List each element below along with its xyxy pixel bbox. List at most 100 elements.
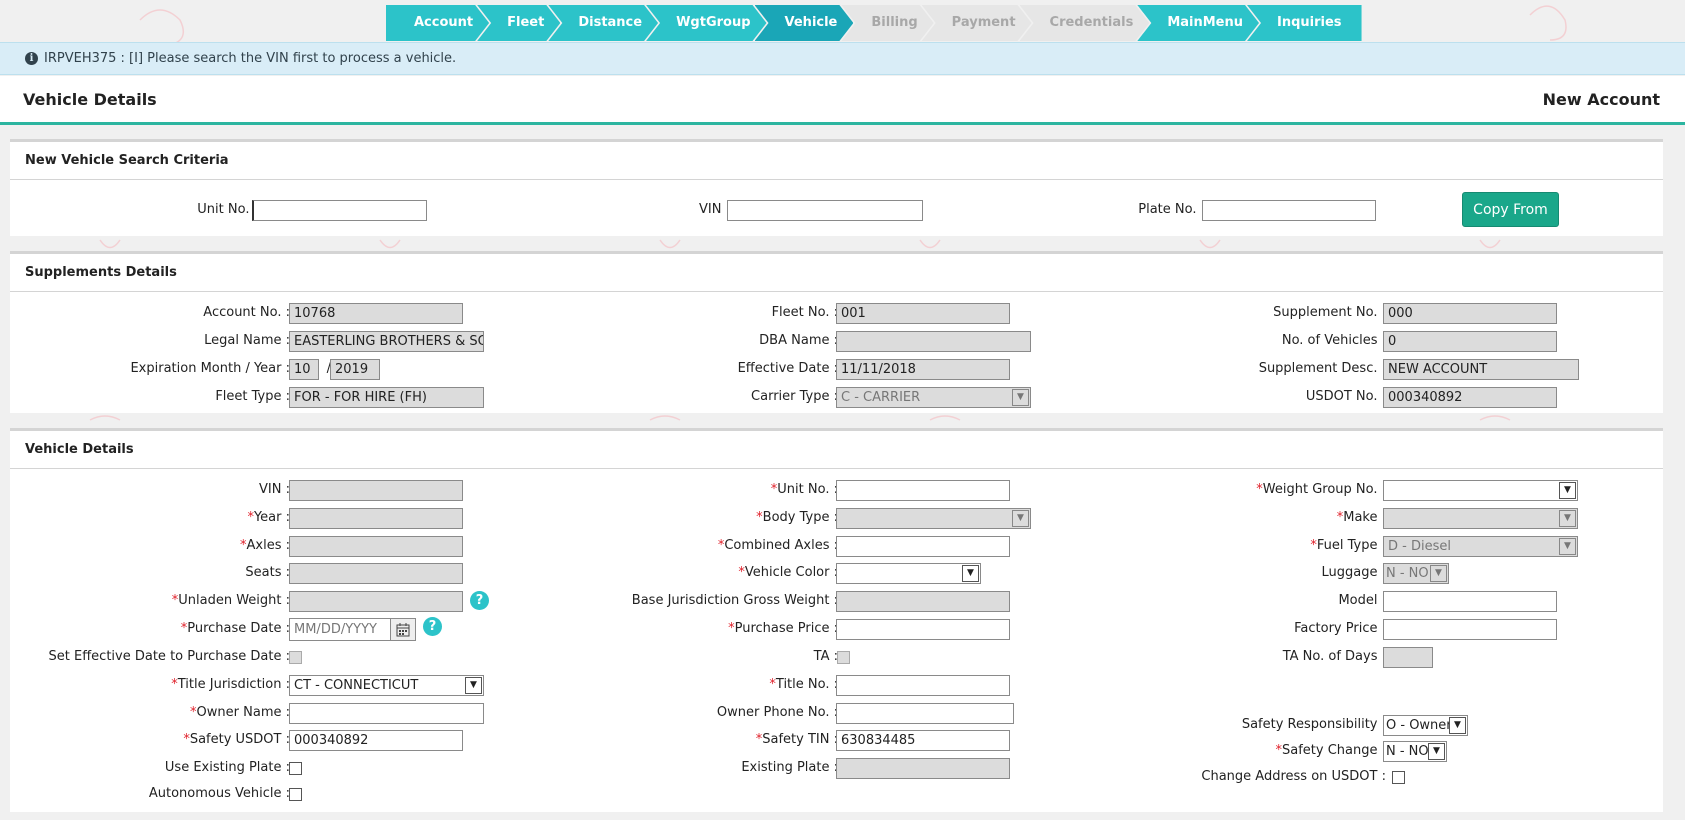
owner-phone-label: Owner Phone No. : bbox=[716, 705, 838, 720]
seats-label: Seats : bbox=[245, 565, 290, 580]
help-icon[interactable]: ? bbox=[423, 617, 442, 636]
use-existing-plate-checkbox[interactable] bbox=[289, 762, 302, 775]
safety-change-select[interactable]: N - NO ▼ bbox=[1383, 741, 1447, 762]
owner-phone-input[interactable] bbox=[836, 703, 1014, 724]
tab-vehicle[interactable]: Vehicle bbox=[755, 5, 854, 41]
fleet-type-label: Fleet Type : bbox=[215, 389, 290, 404]
info-message-bar: i IRPVEH375 : [I] Please search the VIN … bbox=[0, 42, 1685, 75]
vin-label: VIN : bbox=[70, 479, 290, 501]
unladen-weight-label: *Unladen Weight : bbox=[70, 590, 290, 612]
purchase-date-input[interactable]: MM/DD/YYYY bbox=[289, 618, 391, 641]
unit-no-label: *Unit No. : bbox=[590, 479, 838, 501]
make-select[interactable]: ▼ bbox=[1383, 508, 1578, 529]
tab-billing: Billing bbox=[841, 5, 933, 41]
existing-plate-field bbox=[836, 758, 1010, 779]
autonomous-vehicle-label: Autonomous Vehicle : bbox=[148, 786, 290, 801]
owner-name-input[interactable] bbox=[289, 703, 484, 724]
weight-group-label: *Weight Group No. : bbox=[1140, 479, 1386, 501]
model-label: Model : bbox=[1338, 593, 1386, 608]
combined-axles-input[interactable] bbox=[836, 536, 1010, 557]
base-gross-weight-field bbox=[836, 591, 1010, 612]
seats-field bbox=[289, 563, 463, 584]
axles-label: *Axles : bbox=[70, 535, 290, 557]
combined-axles-label-text: Combined Axles : bbox=[724, 538, 838, 553]
tab-credentials: Credentials bbox=[1020, 5, 1150, 41]
ta-checkbox[interactable] bbox=[837, 651, 850, 664]
vin-field bbox=[289, 480, 463, 501]
search-vin-input[interactable] bbox=[727, 200, 923, 221]
info-icon: i bbox=[25, 52, 38, 65]
calendar-button[interactable] bbox=[390, 618, 416, 641]
change-address-checkbox[interactable] bbox=[1392, 771, 1405, 784]
chevron-down-icon: ▼ bbox=[1559, 482, 1576, 499]
legal-name-label: Legal Name : bbox=[204, 333, 290, 348]
fleet-no-label: Fleet No. : bbox=[771, 305, 838, 320]
set-effective-date-label: Set Effective Date to Purchase Date : bbox=[48, 649, 290, 664]
title-no-input[interactable] bbox=[836, 675, 1010, 696]
make-label: *Make : bbox=[1140, 507, 1386, 529]
ta-label: TA : bbox=[813, 649, 838, 664]
title-no-label: *Title No. : bbox=[590, 674, 838, 696]
search-panel-title: New Vehicle Search Criteria bbox=[10, 142, 1663, 180]
tab-mainmenu[interactable]: MainMenu bbox=[1137, 5, 1259, 41]
tab-wgtgroup[interactable]: WgtGroup bbox=[646, 5, 766, 41]
tab-fleet[interactable]: Fleet bbox=[477, 5, 560, 41]
page-title: Vehicle Details bbox=[23, 89, 157, 109]
unit-no-label-text: Unit No. : bbox=[777, 482, 838, 497]
chevron-down-icon: ▼ bbox=[1559, 538, 1576, 555]
title-no-label-text: Title No. : bbox=[775, 677, 838, 692]
factory-price-label: Factory Price : bbox=[1294, 621, 1386, 636]
title-jurisdiction-select[interactable]: CT - CONNECTICUT ▼ bbox=[289, 675, 484, 696]
search-unit-label: Unit No. : bbox=[197, 202, 258, 217]
axles-field bbox=[289, 536, 463, 557]
fleet-no-field: 001 bbox=[836, 303, 1010, 324]
tab-distance[interactable]: Distance bbox=[548, 5, 658, 41]
usdot-no-label: USDOT No. : bbox=[1305, 389, 1386, 404]
purchase-date-label: *Purchase Date : bbox=[70, 618, 290, 640]
chevron-down-icon: ▼ bbox=[1430, 565, 1447, 582]
luggage-select[interactable]: N - NO ▼ bbox=[1383, 563, 1449, 584]
vehicle-count-label: No. of Vehicles : bbox=[1281, 333, 1386, 348]
supplements-panel: Supplements Details Account No. : 10768 … bbox=[10, 251, 1663, 413]
search-plate-input[interactable] bbox=[1202, 200, 1376, 221]
effective-date-field: 11/11/2018 bbox=[836, 359, 1010, 380]
change-address-label: Change Address on USDOT : bbox=[1201, 769, 1386, 784]
vehicle-color-select[interactable]: ▼ bbox=[836, 563, 981, 584]
body-type-select[interactable]: ▼ bbox=[836, 508, 1031, 529]
year-label-text: Year : bbox=[253, 510, 290, 525]
fleet-type-field: FOR - FOR HIRE (FH) bbox=[289, 387, 484, 408]
search-panel: New Vehicle Search Criteria Unit No. : V… bbox=[10, 139, 1663, 236]
factory-price-input[interactable] bbox=[1383, 619, 1557, 640]
title-jur-label-text: Title Jurisdiction : bbox=[177, 677, 290, 692]
unit-no-input[interactable] bbox=[836, 480, 1010, 501]
info-message: IRPVEH375 : [I] Please search the VIN fi… bbox=[44, 51, 457, 66]
year-label: *Year : bbox=[70, 507, 290, 529]
fuel-type-select[interactable]: D - Diesel ▼ bbox=[1383, 536, 1578, 557]
chevron-down-icon: ▼ bbox=[465, 677, 482, 694]
supplement-no-label: Supplement No. : bbox=[1273, 305, 1386, 320]
chevron-down-icon: ▼ bbox=[1012, 510, 1029, 527]
safety-usdot-input[interactable]: 000340892 bbox=[289, 730, 463, 751]
model-input[interactable] bbox=[1383, 591, 1557, 612]
effective-date-label: Effective Date : bbox=[737, 361, 838, 376]
tab-account[interactable]: Account bbox=[386, 5, 489, 41]
carrier-type-select: C - CARRIER ▼ bbox=[836, 387, 1031, 408]
safety-responsibility-label: Safety Responsibility : bbox=[1241, 717, 1386, 732]
autonomous-vehicle-checkbox[interactable] bbox=[289, 788, 302, 801]
copy-from-button[interactable]: Copy From bbox=[1462, 192, 1559, 227]
search-unit-input[interactable] bbox=[252, 200, 427, 221]
weight-group-select[interactable]: ▼ bbox=[1383, 480, 1578, 501]
safety-tin-input[interactable]: 630834485 bbox=[836, 730, 1010, 751]
purchase-price-input[interactable] bbox=[836, 619, 1010, 640]
chevron-down-icon: ▼ bbox=[962, 565, 979, 582]
set-effective-date-checkbox[interactable] bbox=[289, 651, 302, 664]
supplements-panel-title: Supplements Details bbox=[10, 254, 1663, 292]
account-type-label: New Account bbox=[1542, 89, 1660, 109]
safety-responsibility-select[interactable]: O - Owner ▼ bbox=[1383, 715, 1468, 736]
fuel-type-label: *Fuel Type : bbox=[1140, 535, 1386, 557]
axles-label-text: Axles : bbox=[246, 538, 290, 553]
safety-change-label-text: Safety Change : bbox=[1282, 743, 1386, 758]
tab-inquiries[interactable]: Inquiries bbox=[1247, 5, 1362, 41]
help-icon[interactable]: ? bbox=[470, 591, 489, 610]
owner-name-label: *Owner Name : bbox=[70, 702, 290, 724]
